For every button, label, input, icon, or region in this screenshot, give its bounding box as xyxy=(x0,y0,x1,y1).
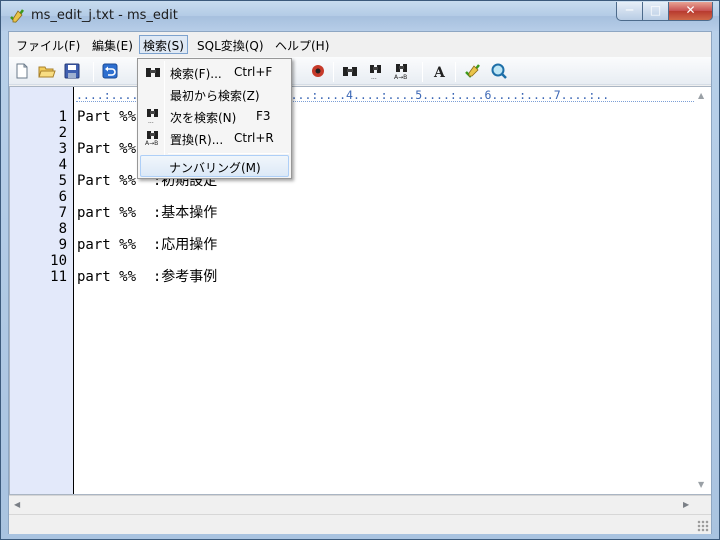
menu-edit[interactable]: 編集(E) xyxy=(88,35,137,54)
line-number: 10 xyxy=(50,253,67,269)
close-button[interactable]: ✕ xyxy=(669,2,713,21)
svg-text:A→B: A→B xyxy=(145,140,158,146)
menu-item-label: ナンバリング(M) xyxy=(169,161,261,175)
menu-bar: ファイル(F) 編集(E) 検索(S) SQL変換(Q) ヘルプ(H) xyxy=(9,32,711,56)
menu-item-label: 置換(R)... xyxy=(170,133,224,147)
menu-sql[interactable]: SQL変換(Q) xyxy=(193,35,268,54)
save-icon[interactable] xyxy=(63,62,81,80)
app-check-icon xyxy=(10,9,25,23)
menu-item-replace[interactable]: A→B 置換(R)... Ctrl+R xyxy=(140,127,289,149)
line-number: 3 xyxy=(58,141,67,157)
menu-item-find-next[interactable]: ... 次を検索(N) F3 xyxy=(140,105,289,127)
toolbar: ... A→B A xyxy=(9,57,711,85)
menu-item-numbering[interactable]: ナンバリング(M) xyxy=(140,155,289,177)
toolbar-separator xyxy=(93,62,94,82)
toolbar-separator xyxy=(333,62,334,82)
maximize-button[interactable]: □ xyxy=(643,2,669,21)
menu-item-label: 検索(F)... xyxy=(170,67,222,81)
toolbar-separator xyxy=(455,62,456,82)
menu-separator xyxy=(168,153,289,154)
binoculars-icon xyxy=(146,68,160,77)
font-icon[interactable]: A xyxy=(430,62,448,80)
replace-icon: A→B xyxy=(145,131,158,146)
window-title: ms_edit_j.txt - ms_edit xyxy=(31,8,178,23)
new-file-icon[interactable] xyxy=(13,62,31,80)
scroll-right-icon[interactable]: ▶ xyxy=(683,500,689,509)
zoom-icon[interactable] xyxy=(490,62,508,80)
minimize-button[interactable]: ─ xyxy=(616,2,643,21)
line-number: 4 xyxy=(58,157,67,173)
undo-icon[interactable] xyxy=(101,62,119,80)
scroll-left-icon[interactable]: ◀ xyxy=(14,500,20,509)
vertical-scrollbar[interactable]: ▲ ▼ xyxy=(694,87,711,494)
menu-search[interactable]: 検索(S) xyxy=(139,35,188,54)
line-number: 11 xyxy=(50,269,67,285)
client-area: ファイル(F) 編集(E) 検索(S) SQL変換(Q) ヘルプ(H) ... … xyxy=(8,31,712,534)
text-line[interactable]: part %% :応用操作 xyxy=(77,236,217,254)
replace-icon[interactable]: A→B xyxy=(393,62,411,80)
line-number: 8 xyxy=(58,221,67,237)
line-number: 9 xyxy=(58,237,67,253)
search-dropdown-menu: 検索(F)... Ctrl+F 最初から検索(Z) ... 次を検索(N) F3… xyxy=(137,58,292,179)
menu-item-shortcut: Ctrl+R xyxy=(234,131,274,145)
scroll-down-icon[interactable]: ▼ xyxy=(698,480,704,489)
close-icon: ✕ xyxy=(685,3,696,17)
menu-item-find[interactable]: 検索(F)... Ctrl+F xyxy=(140,61,289,83)
text-line[interactable]: part %% :参考事例 xyxy=(77,268,217,286)
minimize-icon: ─ xyxy=(625,3,634,17)
horizontal-scrollbar[interactable]: ◀ ▶ xyxy=(9,495,711,513)
toolbar-separator xyxy=(422,62,423,82)
find-icon[interactable] xyxy=(309,62,327,80)
line-number-gutter: 1 2 3 4 5 6 7 8 9 10 11 xyxy=(10,87,74,494)
find-next-icon: ... xyxy=(147,109,158,124)
line-number: 7 xyxy=(58,205,67,221)
find-next-icon[interactable]: ... xyxy=(367,62,385,80)
menu-item-shortcut: F3 xyxy=(256,109,271,123)
line-number: 5 xyxy=(58,173,67,189)
main-window: ms_edit_j.txt - ms_edit ─ □ ✕ ファイル(F) 編集… xyxy=(0,0,720,540)
svg-text:A→B: A→B xyxy=(394,74,407,80)
menu-file[interactable]: ファイル(F) xyxy=(12,35,84,54)
open-folder-icon[interactable] xyxy=(38,62,56,80)
line-number: 1 xyxy=(58,109,67,125)
svg-text:...: ... xyxy=(371,74,377,80)
binoculars-icon[interactable] xyxy=(341,62,359,80)
svg-text:...: ... xyxy=(148,118,154,124)
line-number: 2 xyxy=(58,125,67,141)
status-bar xyxy=(9,514,711,534)
editor-area[interactable]: 1 2 3 4 5 6 7 8 9 10 11 ....:....1....:.… xyxy=(9,86,711,495)
check-pencil-icon[interactable] xyxy=(464,62,482,80)
svg-text:A: A xyxy=(433,65,446,80)
menu-item-label: 最初から検索(Z) xyxy=(170,89,260,103)
text-line[interactable]: part %% :基本操作 xyxy=(77,204,217,222)
menu-item-shortcut: Ctrl+F xyxy=(234,65,273,79)
resize-grip-icon[interactable] xyxy=(697,520,709,532)
menu-help[interactable]: ヘルプ(H) xyxy=(271,35,333,54)
menu-item-label: 次を検索(N) xyxy=(170,111,237,125)
title-bar[interactable]: ms_edit_j.txt - ms_edit ─ □ ✕ xyxy=(1,1,719,31)
scroll-up-icon[interactable]: ▲ xyxy=(698,91,704,100)
menu-item-find-from-start[interactable]: 最初から検索(Z) xyxy=(140,83,289,105)
line-number: 6 xyxy=(58,189,67,205)
maximize-icon: □ xyxy=(649,3,662,17)
